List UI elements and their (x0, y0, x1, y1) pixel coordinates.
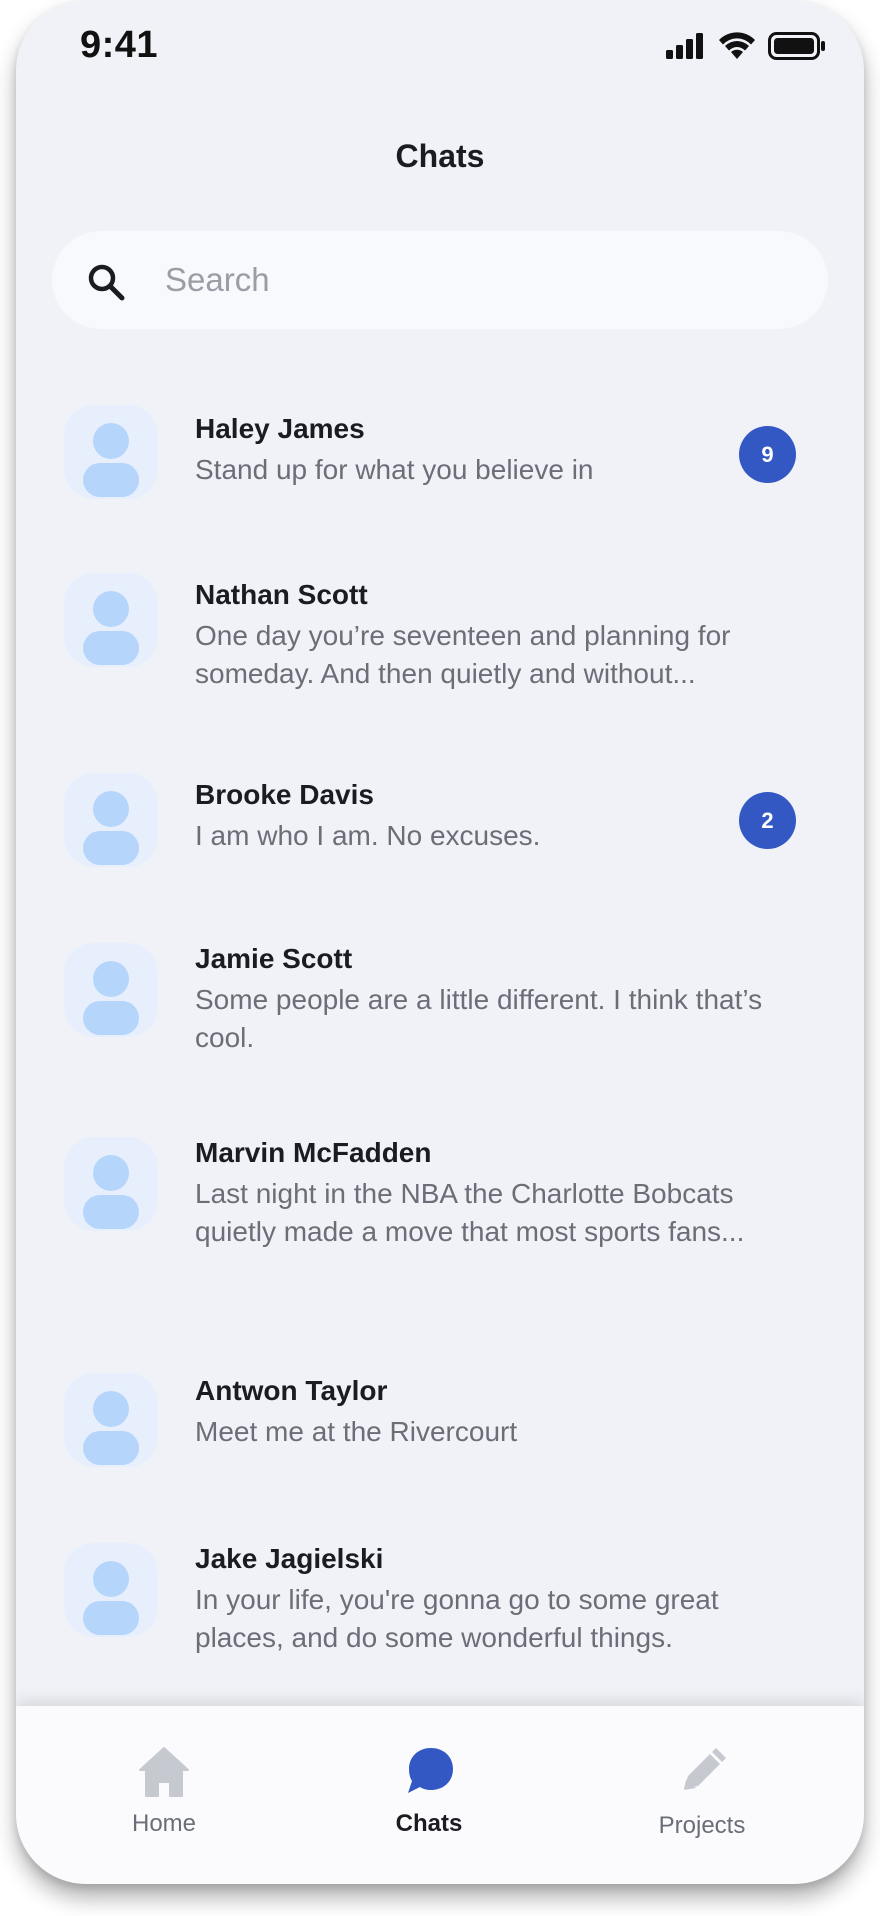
tab-label: Chats (395, 1810, 463, 1837)
chat-message-preview: Stand up for what you believe in (195, 454, 594, 485)
status-time: 9:41 (80, 24, 159, 66)
unread-badge: 2 (739, 792, 796, 849)
chat-name: Jake Jagielski (195, 1543, 384, 1574)
chat-item-antwon-taylor[interactable]: Antwon Taylor Meet me at the Rivercourt (16, 1363, 864, 1493)
user-avatar-icon (83, 591, 139, 665)
pencil-icon (674, 1746, 730, 1802)
phone-frame: 9:41 Chats Search Haley James Stand up f… (16, 0, 864, 1884)
search-icon (86, 262, 126, 302)
chat-item-jamie-scott[interactable]: Jamie Scott Some people are a little dif… (16, 933, 864, 1083)
tab-bar: Home Chats Projects (16, 1706, 864, 1884)
chat-item-brooke-davis[interactable]: Brooke Davis I am who I am. No excuses. … (16, 763, 864, 893)
chat-message-preview: Meet me at the Rivercourt (195, 1416, 518, 1447)
chat-name: Jamie Scott (195, 943, 353, 974)
page-title: Chats (395, 138, 485, 174)
avatar (64, 773, 158, 867)
chat-name: Haley James (195, 413, 365, 444)
chat-message-preview: In your life, you're gonna go to some gr… (195, 1584, 719, 1653)
chat-item-haley-james[interactable]: Haley James Stand up for what you believ… (16, 395, 864, 525)
tab-home[interactable]: Home (64, 1706, 264, 1884)
avatar (64, 1373, 158, 1467)
search-input[interactable] (165, 231, 765, 329)
wifi-icon (718, 32, 756, 65)
avatar (64, 573, 158, 667)
chat-name: Brooke Davis (195, 779, 374, 810)
chat-name: Marvin McFadden (195, 1137, 432, 1168)
home-icon (136, 1744, 192, 1800)
chat-name: Antwon Taylor (195, 1375, 388, 1406)
battery-icon (768, 32, 826, 65)
chat-name: Nathan Scott (195, 579, 368, 610)
search-bar[interactable] (52, 231, 828, 329)
user-avatar-icon (83, 1155, 139, 1229)
unread-badge: 9 (739, 426, 796, 483)
chat-message-preview: Some people are a little different. I th… (195, 984, 763, 1053)
tab-projects[interactable]: Projects (602, 1706, 802, 1884)
avatar (64, 1137, 158, 1231)
avatar (64, 943, 158, 1037)
user-avatar-icon (83, 1561, 139, 1635)
user-avatar-icon (83, 1391, 139, 1465)
tab-label: Projects (658, 1812, 746, 1839)
chat-message-preview: Last night in the NBA the Charlotte Bobc… (195, 1178, 745, 1247)
user-avatar-icon (83, 791, 139, 865)
chat-message-preview: One day you’re seventeen and planning fo… (195, 620, 731, 689)
chat-message-preview: I am who I am. No excuses. (195, 820, 541, 851)
chat-bubble-icon (401, 1744, 457, 1800)
user-avatar-icon (83, 423, 139, 497)
status-bar: 9:41 (16, 0, 864, 100)
tab-chats[interactable]: Chats (329, 1706, 529, 1884)
tab-label: Home (131, 1810, 197, 1837)
chat-item-jake-jagielski[interactable]: Jake Jagielski In your life, you're gonn… (16, 1533, 864, 1683)
user-avatar-icon (83, 961, 139, 1035)
cellular-signal-icon (666, 33, 706, 64)
status-icons (666, 32, 826, 65)
avatar (64, 1543, 158, 1637)
chat-item-nathan-scott[interactable]: Nathan Scott One day you’re seventeen an… (16, 563, 864, 713)
chat-item-marvin-mcfadden[interactable]: Marvin McFadden Last night in the NBA th… (16, 1127, 864, 1317)
avatar (64, 405, 158, 499)
